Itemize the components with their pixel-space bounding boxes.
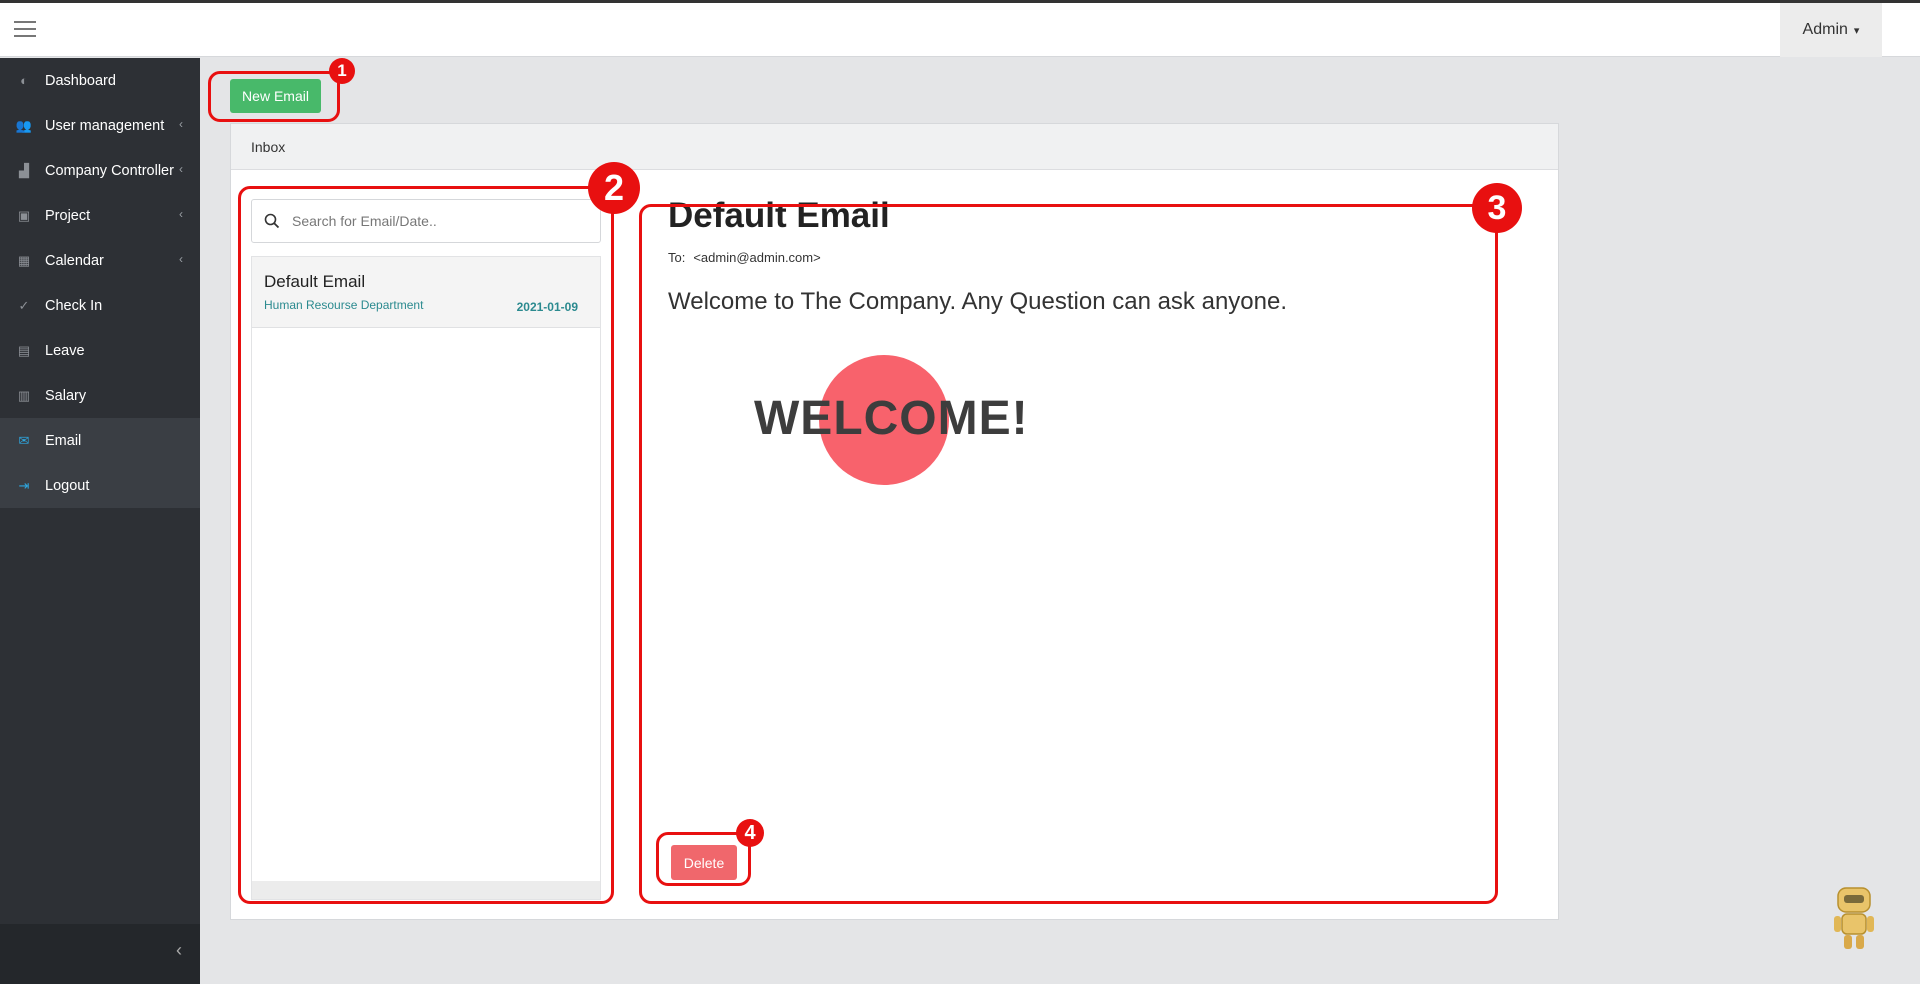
sidebar-item-company-controller[interactable]: ▟ Company Controller ‹ [0,148,200,193]
horizontal-scrollbar[interactable] [252,881,600,899]
sidebar-item-label: Logout [45,477,90,494]
chevron-left-icon: ‹ [179,117,183,131]
sidebar-item-label: Dashboard [45,72,116,89]
users-icon: 👥 [15,117,33,133]
sidebar-item-label: Calendar [45,252,104,269]
sidebar: ◐ Dashboard 👥 User management ‹ ▟ Compan… [0,58,200,984]
annotation-badge-1: 1 [329,58,355,84]
check-icon: ✓ [18,297,30,313]
top-navbar: Admin ▾ [0,3,1920,57]
email-body: Welcome to The Company. Any Question can… [668,288,1288,315]
inbox-header: Inbox [231,124,1558,170]
sidebar-item-dashboard[interactable]: ◐ Dashboard [0,58,200,103]
email-icon: ✉ [18,432,30,448]
delete-button[interactable]: Delete [671,845,737,880]
calendar-icon: ▦ [17,252,31,268]
logout-icon: ⇥ [18,477,30,493]
email-date: 2021-01-09 [516,300,578,314]
sidebar-item-leave[interactable]: ▤ Leave [0,328,200,373]
sidebar-item-label: Project [45,207,91,224]
search-field[interactable] [251,199,601,243]
sidebar-item-logout[interactable]: ⇥ Logout [0,463,200,508]
sidebar-item-label: Leave [45,342,85,359]
sidebar-item-email[interactable]: ✉ Email [0,418,200,463]
sidebar-item-salary[interactable]: ▥ Salary [0,373,200,418]
sidebar-item-label: Check In [45,297,103,314]
user-menu-dropdown[interactable]: Admin ▾ [1780,3,1882,57]
robot-mascot-icon[interactable] [1828,884,1880,952]
annotation-badge-2: 2 [588,162,640,214]
sidebar-item-user-management[interactable]: 👥 User management ‹ [0,103,200,148]
user-menu-label: Admin [1802,21,1848,38]
sidebar-item-label: Salary [45,387,87,404]
sidebar-item-project[interactable]: ▣ Project ‹ [0,193,200,238]
annotation-badge-3: 3 [1472,183,1522,233]
search-icon [252,213,292,229]
collapse-sidebar-icon[interactable]: ‹ [176,940,182,961]
email-detail-subject: Default Email [668,196,890,235]
sidebar-item-label: Email [45,432,82,449]
to-address: <admin@admin.com> [693,250,821,265]
new-email-button[interactable]: New Email [230,79,321,113]
salary-icon: ▥ [17,387,31,403]
email-subject: Default Email [264,272,366,291]
welcome-image: WELCOME! [754,353,1029,487]
email-list: Default Email Human Resourse Department … [251,256,601,900]
sidebar-item-calendar[interactable]: ▦ Calendar ‹ [0,238,200,283]
to-label: To: [668,250,686,265]
email-list-item[interactable]: Default Email Human Resourse Department … [252,257,600,328]
chart-icon: ▟ [19,162,29,178]
chevron-left-icon: ‹ [179,252,183,266]
hamburger-menu-icon[interactable] [14,21,36,39]
welcome-image-text: WELCOME! [754,392,1029,445]
caret-down-icon: ▾ [1853,24,1860,37]
project-icon: ▣ [17,207,31,223]
email-detail: Default Email To: <admin@admin.com> Welco… [656,184,1516,902]
chevron-left-icon: ‹ [179,162,183,176]
chevron-left-icon: ‹ [179,207,183,221]
sidebar-item-check-in[interactable]: ✓ Check In [0,283,200,328]
inbox-panel: Inbox Default Email Human Resourse Depar… [230,123,1559,920]
search-input[interactable] [292,213,582,229]
leave-icon: ▤ [17,342,31,358]
email-recipient: To: <admin@admin.com> [668,250,821,265]
sidebar-footer: ‹ [0,924,200,984]
sidebar-item-label: Company Controller [45,162,174,179]
email-list-column: Default Email Human Resourse Department … [251,184,601,902]
sidebar-item-label: User management [45,117,165,134]
dashboard-icon: ◐ [20,73,28,88]
annotation-badge-4: 4 [736,819,764,847]
